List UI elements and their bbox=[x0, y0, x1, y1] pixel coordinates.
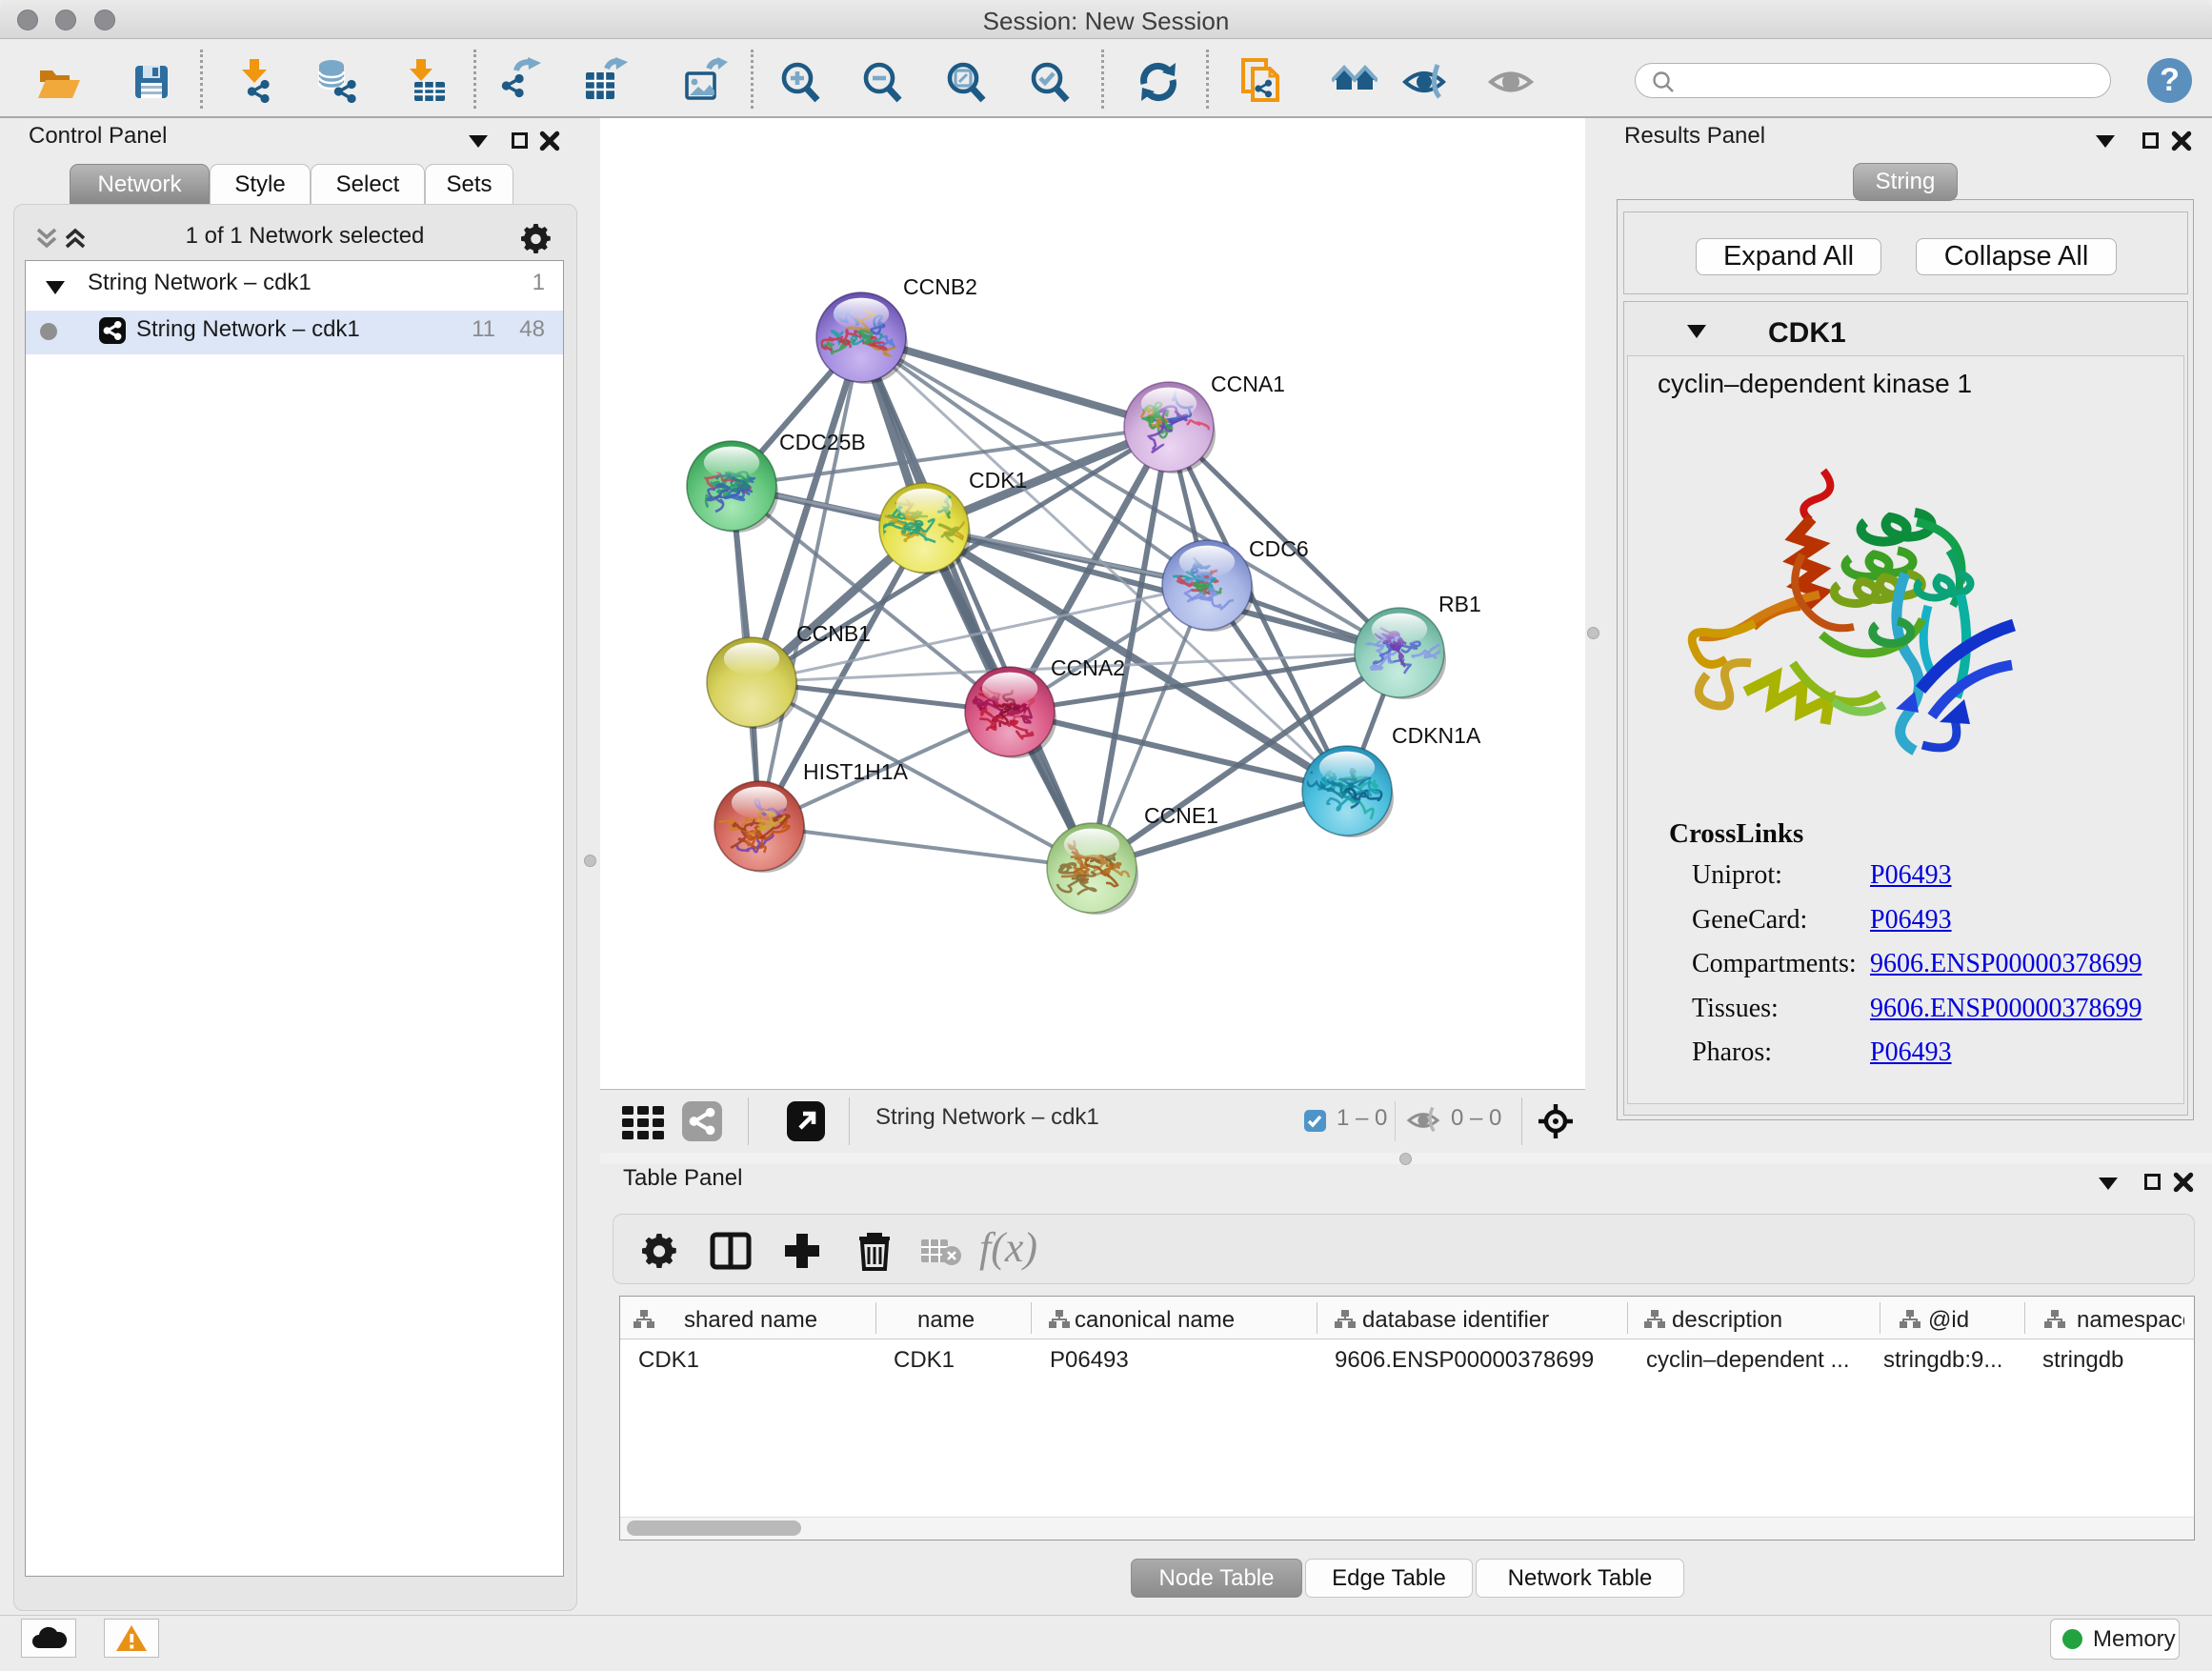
svg-text:CDKN1A: CDKN1A bbox=[1392, 723, 1481, 748]
svg-text:CCNA1: CCNA1 bbox=[1211, 372, 1285, 396]
svg-text:CDC25B: CDC25B bbox=[779, 430, 866, 454]
svg-text:CCNA2: CCNA2 bbox=[1051, 655, 1125, 680]
svg-text:CCNE1: CCNE1 bbox=[1144, 803, 1218, 828]
svg-text:RB1: RB1 bbox=[1438, 592, 1481, 616]
svg-text:CCNB1: CCNB1 bbox=[796, 621, 871, 646]
svg-text:HIST1H1A: HIST1H1A bbox=[803, 759, 909, 784]
svg-text:CDK1: CDK1 bbox=[969, 468, 1027, 493]
svg-text:CCNB2: CCNB2 bbox=[903, 274, 977, 299]
svg-text:CDC6: CDC6 bbox=[1249, 536, 1309, 561]
